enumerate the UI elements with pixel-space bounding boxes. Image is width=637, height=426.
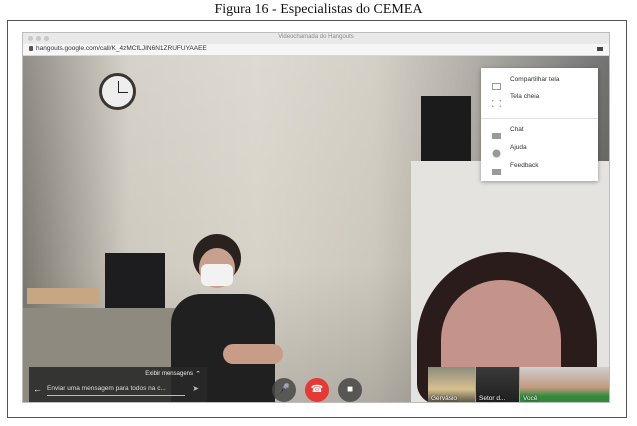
hangup-icon: ☎ (310, 384, 324, 395)
menu-item-chat[interactable]: Chat (481, 123, 598, 139)
participant-name: Você (523, 395, 538, 402)
menu-item-fullscreen[interactable]: Tela cheia (481, 90, 598, 108)
options-menu: Compartilhar tela Tela cheia Chat Ajuda … (481, 68, 598, 181)
chat-panel: Exibir mensagens ⌃ ← Enviar uma mensagem… (29, 367, 207, 402)
mic-button[interactable]: 🎤 (272, 378, 296, 402)
window-title: Videochamada do Hangouts (278, 34, 354, 40)
show-messages-toggle[interactable]: Exibir mensagens (145, 371, 193, 377)
camera-icon: ■ (346, 384, 354, 395)
hangup-button[interactable]: ☎ (305, 378, 329, 402)
menu-item-help[interactable]: Ajuda (481, 141, 598, 158)
figure-caption: Figura 16 - Especialistas do CEMEA (214, 2, 423, 17)
url-text[interactable]: hangouts.google.com/call/K_4zMCfLJIN6N1Z… (36, 45, 207, 52)
menu-item-feedback[interactable]: Feedback (481, 159, 598, 175)
browser-window: Videochamada do Hangouts hangouts.google… (22, 32, 610, 403)
help-icon (492, 145, 501, 158)
chat-icon (492, 127, 501, 139)
screen-share-icon (492, 77, 501, 90)
participant-thumbnails: Gervásio Setor d... Você (428, 367, 609, 402)
back-arrow-icon[interactable]: ← (33, 384, 42, 394)
menu-divider (481, 118, 598, 119)
participant-name: Gervásio (431, 395, 458, 402)
participant-thumbnail[interactable]: Setor d... (476, 367, 519, 402)
feedback-icon (492, 163, 501, 175)
menu-item-share-screen[interactable]: Compartilhar tela (481, 73, 598, 90)
lock-icon (29, 46, 33, 51)
chevron-up-icon[interactable]: ⌃ (195, 370, 201, 378)
fullscreen-icon (491, 94, 502, 108)
background-monitor (105, 253, 165, 309)
wall-clock (99, 73, 136, 110)
chat-message-input[interactable]: Enviar uma mensagem para todos na c... (47, 385, 185, 396)
participant-thumbnail[interactable]: Gervásio (428, 367, 475, 402)
send-icon[interactable]: ➤ (192, 384, 199, 393)
mic-icon: 🎤 (277, 384, 291, 395)
participant-name: Setor d... (479, 395, 506, 402)
camera-status-icon (597, 47, 603, 51)
participant-thumbnail-self[interactable]: Você (520, 367, 609, 402)
address-bar[interactable]: hangouts.google.com/call/K_4zMCfLJIN6N1Z… (23, 44, 609, 56)
camera-button[interactable]: ■ (338, 378, 362, 402)
